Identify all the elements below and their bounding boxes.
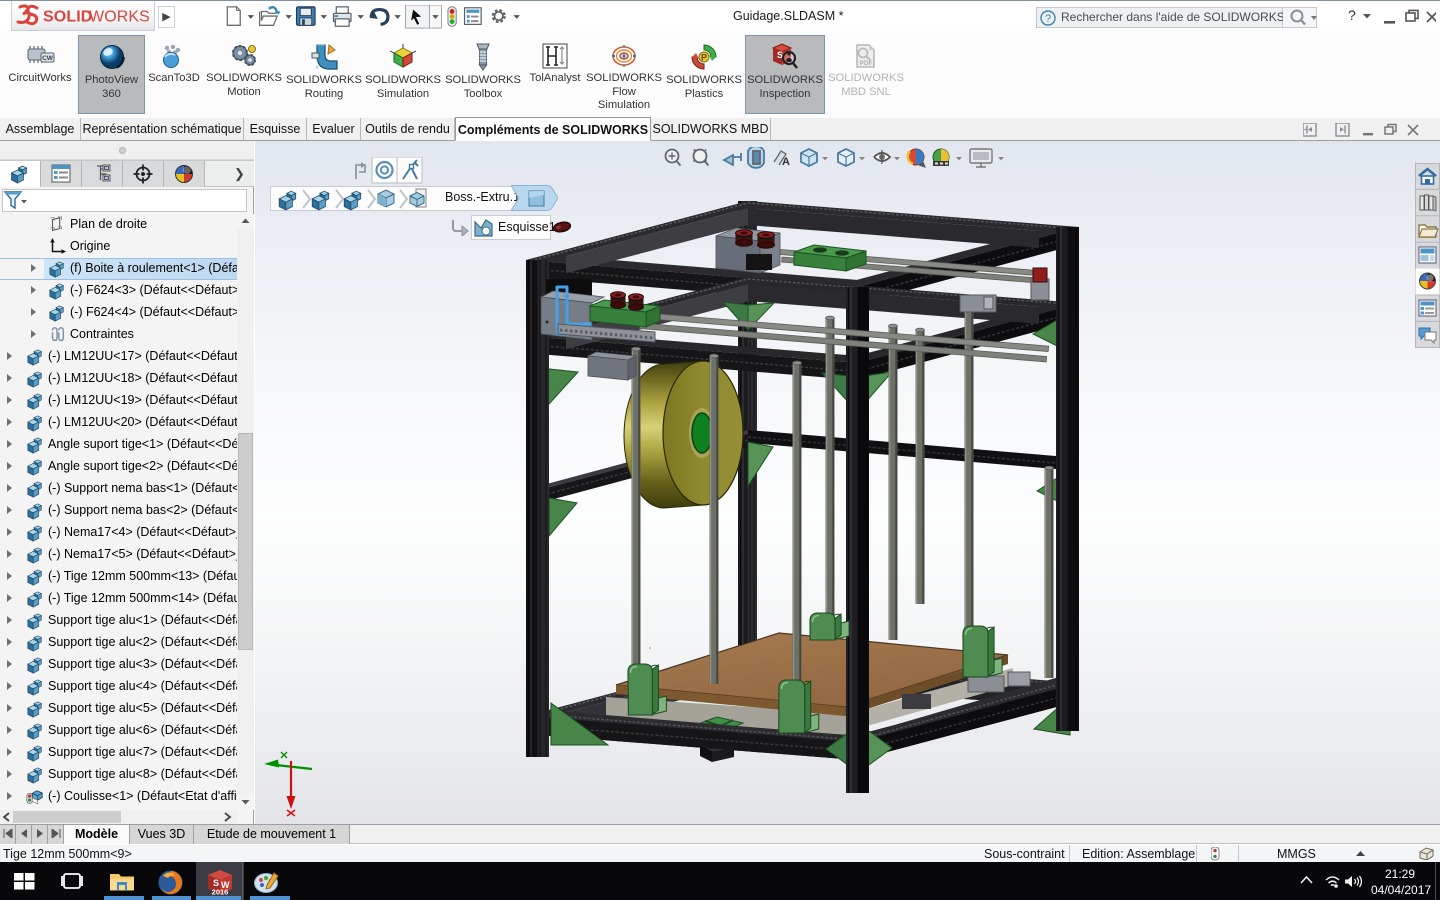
svg-text:WORKS: WORKS [89, 9, 150, 26]
svg-text:PDF: PDF [860, 60, 873, 67]
svg-text:SOLID: SOLID [43, 9, 92, 26]
svg-text:S: S [213, 878, 219, 888]
svg-text:A: A [782, 156, 790, 168]
svg-text:2016: 2016 [212, 888, 229, 896]
svg-text:?: ? [1045, 13, 1051, 25]
svg-text:P: P [701, 53, 707, 63]
svg-text:CW: CW [42, 55, 54, 62]
